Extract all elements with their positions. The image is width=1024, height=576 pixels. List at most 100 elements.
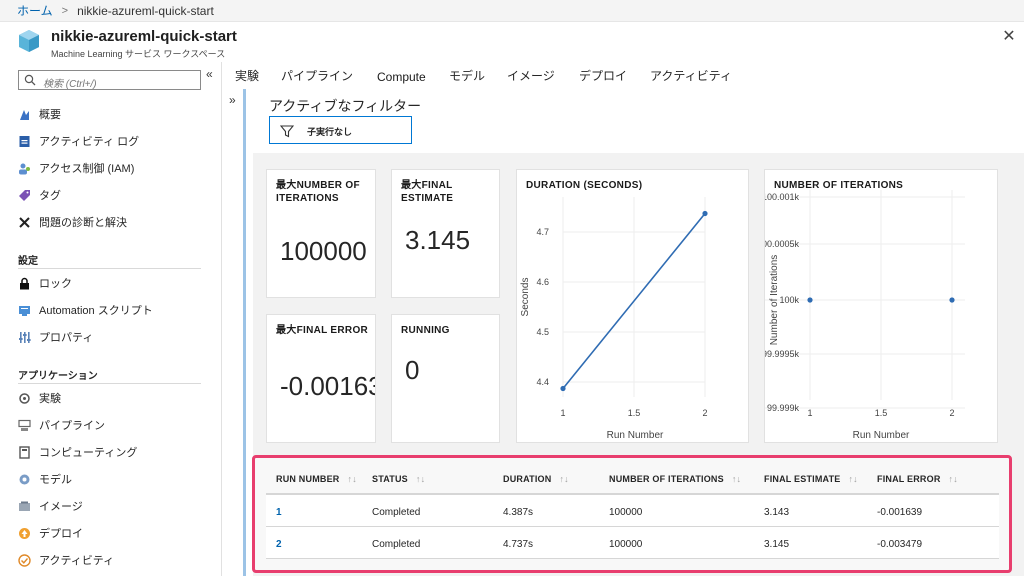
- column-header-iterations[interactable]: NUMBER OF ITERATIONS ↑↓: [609, 474, 741, 484]
- activity-log-icon: [19, 135, 30, 147]
- y-tick-label: 100k: [779, 295, 799, 305]
- divider: [18, 268, 201, 269]
- cell-final-estimate: 3.145: [764, 539, 790, 550]
- sidebar-item-automation-script[interactable]: Automation スクリプト: [18, 300, 208, 320]
- column-header-status[interactable]: STATUS ↑↓: [372, 474, 425, 484]
- sort-icon[interactable]: ↑↓: [416, 474, 425, 484]
- sidebar-item-label: パイプライン: [39, 420, 105, 432]
- sidebar: 検索 (Ctrl+/) « 概要 アクティビティ ログ アクセス制御 (IAM)…: [0, 62, 222, 576]
- sidebar-item-pipelines[interactable]: パイプライン: [18, 415, 208, 435]
- breadcrumb: ホーム > nikkie-azureml-quick-start: [0, 0, 1024, 22]
- sidebar-item-label: 実験: [39, 393, 61, 405]
- y-tick-label: 100.0005k: [765, 239, 799, 249]
- cell-status: Completed: [372, 539, 421, 550]
- sidebar-item-label: タグ: [39, 190, 61, 202]
- blade-header: nikkie-azureml-quick-start Machine Learn…: [0, 22, 1024, 62]
- sidebar-item-properties[interactable]: プロパティ: [18, 327, 208, 347]
- sort-icon[interactable]: ↑↓: [732, 474, 741, 484]
- data-point: [702, 210, 708, 217]
- collapse-sidebar-icon[interactable]: «: [206, 67, 213, 81]
- metric-value: 0: [405, 355, 420, 385]
- column-header-final-estimate[interactable]: FINAL ESTIMATE ↑↓: [764, 474, 858, 484]
- sort-icon[interactable]: ↑↓: [348, 474, 357, 484]
- table-row[interactable]: 1 Completed 4.387s 100000 3.143 -0.00163…: [266, 495, 999, 527]
- metric-title: 最大NUMBER OF ITERATIONS: [276, 180, 360, 204]
- expand-panel-icon[interactable]: »: [229, 93, 236, 107]
- sidebar-item-label: 問題の診断と解決: [39, 217, 127, 229]
- tab-models[interactable]: モデル: [449, 67, 485, 84]
- sidebar-item-overview[interactable]: 概要: [18, 104, 208, 124]
- metric-card-max-final-error: 最大FINAL ERROR -0.0016391: [266, 314, 376, 443]
- tab-experiments[interactable]: 実験: [235, 67, 259, 84]
- tab-pipelines[interactable]: パイプライン: [281, 67, 353, 84]
- cell-duration: 4.387s: [503, 507, 534, 518]
- tab-activities[interactable]: アクティビティ: [650, 67, 732, 84]
- y-tick-label: 4.4: [536, 377, 549, 387]
- runs-table-container: RUN NUMBER ↑↓ STATUS ↑↓ DURATION ↑↓ NUMBER …: [252, 455, 1012, 573]
- x-tick-label: 2: [949, 408, 954, 418]
- cell-iterations: 100000: [609, 539, 643, 550]
- tab-compute[interactable]: Compute: [377, 70, 426, 84]
- chevron-right-icon: >: [61, 4, 69, 17]
- run-link[interactable]: 2: [276, 539, 282, 550]
- column-header-run-number[interactable]: RUN NUMBER ↑↓: [276, 474, 357, 484]
- filter-chip[interactable]: 子実行なし: [269, 116, 412, 144]
- metric-value: 100000: [280, 236, 367, 266]
- filter-chip-label: 子実行なし: [307, 127, 353, 137]
- search-icon: [24, 74, 36, 86]
- sidebar-item-label: アクティビティ: [39, 555, 115, 567]
- column-header-final-error[interactable]: FINAL ERROR ↑↓: [877, 474, 958, 484]
- sidebar-item-images[interactable]: イメージ: [18, 496, 208, 516]
- metric-card-max-final-estimate: 最大FINAL ESTIMATE 3.145: [391, 169, 500, 298]
- iterations-chart: 100.001k 100.0005k 100k 99.9995k 99.999k 1 1.5…: [765, 190, 965, 441]
- pipeline-icon: [18, 419, 31, 431]
- y-tick-label: 4.5: [536, 327, 549, 337]
- sidebar-item-tags[interactable]: タグ: [18, 185, 208, 205]
- metric-title: 最大FINAL ERROR: [276, 325, 369, 336]
- filter-icon: [280, 125, 294, 138]
- duration-chart: 4.4 4.5 4.6 4.7 1 1.5 2 Run Number Seconds: [520, 197, 708, 441]
- divider: [18, 383, 201, 384]
- table-row[interactable]: 2 Completed 4.737s 100000 3.145 -0.00347…: [266, 527, 999, 559]
- sidebar-item-label: イメージ: [39, 501, 83, 513]
- model-icon: [19, 474, 30, 484]
- column-header-duration[interactable]: DURATION ↑↓: [503, 474, 569, 484]
- x-axis-label: Run Number: [607, 430, 664, 441]
- app-root: ホーム > nikkie-azureml-quick-start nikkie-…: [0, 0, 1024, 576]
- sidebar-item-deployments[interactable]: デプロイ: [18, 523, 208, 543]
- sidebar-item-compute[interactable]: コンピューティング: [18, 442, 208, 462]
- x-tick-label: 1: [807, 408, 812, 418]
- sidebar-item-diagnose[interactable]: 問題の診断と解決: [18, 212, 208, 232]
- ml-workspace-icon: [19, 30, 39, 52]
- cell-final-error: -0.003479: [877, 539, 923, 550]
- lock-icon: [20, 277, 29, 289]
- tag-icon: [19, 189, 30, 201]
- sidebar-item-activity-log[interactable]: アクティビティ ログ: [18, 131, 208, 151]
- sidebar-item-label: ロック: [39, 278, 72, 290]
- x-axis-label: Run Number: [853, 430, 910, 441]
- sort-icon[interactable]: ↑↓: [949, 474, 958, 484]
- compute-icon: [19, 445, 30, 459]
- tab-images[interactable]: イメージ: [507, 67, 555, 84]
- run-link[interactable]: 1: [276, 507, 282, 518]
- sidebar-item-iam[interactable]: アクセス制御 (IAM): [18, 158, 208, 178]
- sidebar-item-models[interactable]: モデル: [18, 469, 208, 489]
- y-axis-label: Seconds: [520, 278, 531, 317]
- page-subtitle: Machine Learning サービス ワークスペース: [51, 49, 226, 59]
- metric-card-max-iterations: 最大NUMBER OF ITERATIONS 100000: [266, 169, 376, 298]
- sort-icon[interactable]: ↑↓: [559, 474, 568, 484]
- sidebar-item-lock[interactable]: ロック: [18, 273, 208, 293]
- sidebar-item-activities[interactable]: アクティビティ: [18, 550, 208, 570]
- sidebar-item-experiments[interactable]: 実験: [18, 388, 208, 408]
- tab-deployments[interactable]: デプロイ: [579, 67, 627, 84]
- activity-icon: [18, 553, 31, 567]
- cell-status: Completed: [372, 507, 421, 518]
- data-point: [949, 297, 955, 303]
- sort-icon[interactable]: ↑↓: [848, 474, 857, 484]
- data-point: [807, 297, 813, 303]
- search-input[interactable]: 検索 (Ctrl+/): [18, 70, 201, 90]
- page-title: nikkie-azureml-quick-start: [51, 28, 237, 45]
- image-icon: [19, 501, 30, 511]
- close-icon[interactable]: ✕: [1000, 28, 1018, 46]
- breadcrumb-home-link[interactable]: ホーム: [17, 2, 53, 19]
